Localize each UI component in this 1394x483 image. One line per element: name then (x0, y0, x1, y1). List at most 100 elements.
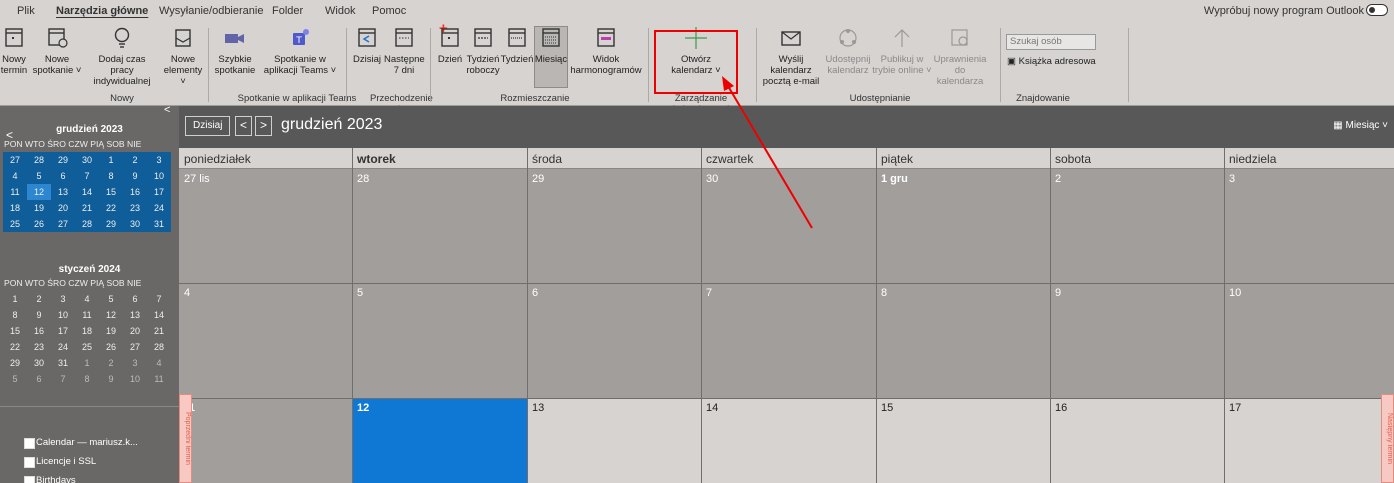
add-work-time-button[interactable]: Dodaj czas pracy indywidualnej (88, 26, 156, 87)
day-cell[interactable]: 16 (1050, 398, 1224, 483)
mini-day[interactable]: 22 (3, 339, 27, 355)
mini-day[interactable]: 29 (51, 152, 75, 168)
calendar-checkbox-item[interactable]: Licencje i SSL (23, 456, 96, 468)
mini-day[interactable]: 24 (51, 339, 75, 355)
day-cell[interactable]: 13 (527, 398, 701, 483)
mini-day[interactable]: 6 (123, 291, 147, 307)
mini-day[interactable]: 1 (3, 291, 27, 307)
day-cell[interactable]: 8 (876, 283, 1050, 398)
mini-day[interactable]: 28 (75, 216, 99, 232)
mini-day[interactable]: 30 (27, 355, 51, 371)
mini-day[interactable]: 15 (3, 323, 27, 339)
mini-day[interactable]: 31 (51, 355, 75, 371)
mini-day[interactable]: 21 (75, 200, 99, 216)
prev-month-button[interactable]: < (235, 116, 252, 136)
day-cell[interactable]: 30 (701, 169, 876, 283)
mini-day[interactable]: 27 (3, 152, 27, 168)
day-cell[interactable]: 9 (1050, 283, 1224, 398)
mini-day[interactable]: 8 (75, 371, 99, 387)
day-cell[interactable]: 27 lis (179, 169, 352, 283)
mini-day[interactable]: 10 (123, 371, 147, 387)
new-appointment-button[interactable]: Nowy termin (0, 26, 28, 76)
mini-day[interactable]: 2 (27, 291, 51, 307)
next-7-days-button[interactable]: Następne 7 dni (384, 26, 425, 76)
mini-day[interactable]: 7 (147, 291, 171, 307)
menu-folder[interactable]: Folder (272, 5, 303, 17)
previous-appointment-tab[interactable]: Poprzedni termin (179, 394, 192, 483)
day-cell[interactable]: 6 (527, 283, 701, 398)
mini-day[interactable]: 2 (99, 355, 123, 371)
mini-day[interactable]: 26 (27, 216, 51, 232)
month-view-button[interactable]: Miesiąc (534, 26, 568, 65)
work-week-view-button[interactable]: Tydzień roboczy (466, 26, 500, 76)
mini-day[interactable]: 30 (75, 152, 99, 168)
try-new-outlook-toggle[interactable] (1366, 4, 1388, 16)
publish-online-button[interactable]: Publikuj w trybie online ˅ (872, 26, 932, 76)
mini-day[interactable]: 25 (3, 216, 27, 232)
mini-day[interactable]: 4 (147, 355, 171, 371)
mini-day[interactable]: 19 (99, 323, 123, 339)
mini-day[interactable]: 5 (3, 371, 27, 387)
day-cell[interactable]: 17 (1224, 398, 1394, 483)
day-cell[interactable]: 4 (179, 283, 352, 398)
mini-day[interactable]: 9 (99, 371, 123, 387)
mini-day[interactable]: 25 (75, 339, 99, 355)
mini-day[interactable]: 1 (99, 152, 123, 168)
mini-day[interactable]: 23 (27, 339, 51, 355)
mini-day[interactable]: 23 (123, 200, 147, 216)
mini-day[interactable]: 2 (123, 152, 147, 168)
next-appointment-tab[interactable]: Następny termin (1381, 394, 1394, 483)
mini-day[interactable]: 31 (147, 216, 171, 232)
mini-day[interactable]: 11 (75, 307, 99, 323)
mini-day[interactable]: 3 (147, 152, 171, 168)
mini-day[interactable]: 4 (3, 168, 27, 184)
mini-day[interactable]: 17 (51, 323, 75, 339)
next-month-button[interactable]: > (255, 116, 272, 136)
mini-day[interactable]: 10 (51, 307, 75, 323)
mini-day[interactable]: 28 (147, 339, 171, 355)
mini-day[interactable]: 8 (99, 168, 123, 184)
new-items-button[interactable]: Nowe elementy ˅ (160, 26, 206, 87)
address-book-button[interactable]: ▣ Książka adresowa (1007, 56, 1096, 67)
mini-day[interactable]: 21 (147, 323, 171, 339)
email-calendar-button[interactable]: Wyślij kalendarz pocztą e-mail (758, 26, 824, 87)
mini-day[interactable]: 16 (123, 184, 147, 200)
calendar-checkbox-item[interactable]: Birthdays (24, 475, 76, 483)
mini-day[interactable]: 29 (99, 216, 123, 232)
mini-day[interactable]: 1 (75, 355, 99, 371)
quick-meeting-button[interactable]: Szybkie spotkanie (212, 26, 258, 76)
mini-day[interactable]: 7 (51, 371, 75, 387)
mini-day[interactable]: 13 (123, 307, 147, 323)
mini-day[interactable]: 16 (27, 323, 51, 339)
mini-day[interactable]: 18 (75, 323, 99, 339)
day-cell[interactable]: 5 (352, 283, 527, 398)
calendar-permissions-button[interactable]: Uprawnienia do kalendarza (932, 26, 988, 87)
mini-day[interactable]: 17 (147, 184, 171, 200)
mini-day[interactable]: 6 (51, 168, 75, 184)
day-cell[interactable]: 29 (527, 169, 701, 283)
share-calendar-button[interactable]: Udostępnij kalendarz (824, 26, 872, 76)
mini-day[interactable]: 22 (99, 200, 123, 216)
schedule-view-button[interactable]: Widok harmonogramów (570, 26, 642, 76)
mini-day[interactable]: 5 (99, 291, 123, 307)
day-cell[interactable]: 15 (876, 398, 1050, 483)
mini-day[interactable]: 24 (147, 200, 171, 216)
day-cell[interactable]: 12 (352, 398, 527, 483)
mini-day[interactable]: 26 (99, 339, 123, 355)
menu-file[interactable]: Plik (17, 5, 35, 17)
mini-day[interactable]: 15 (99, 184, 123, 200)
day-cell[interactable]: 11 (179, 398, 352, 483)
mini-day[interactable]: 18 (3, 200, 27, 216)
mini-day[interactable]: 3 (51, 291, 75, 307)
menu-send-receive[interactable]: Wysyłanie/odbieranie (159, 5, 263, 17)
day-cell[interactable]: 28 (352, 169, 527, 283)
day-cell[interactable]: 10 (1224, 283, 1394, 398)
calendar-checkbox-item[interactable]: Calendar — mariusz.k... (24, 437, 138, 449)
today-button[interactable]: Dzisiaj (350, 26, 384, 65)
mini-day[interactable]: 29 (3, 355, 27, 371)
search-people-input[interactable]: Szukaj osób (1006, 34, 1096, 50)
menu-view[interactable]: Widok (325, 5, 356, 17)
day-cell[interactable]: 3 (1224, 169, 1394, 283)
new-meeting-button[interactable]: Nowe spotkanie ˅ (30, 26, 84, 76)
day-cell[interactable]: 1 gru (876, 169, 1050, 283)
